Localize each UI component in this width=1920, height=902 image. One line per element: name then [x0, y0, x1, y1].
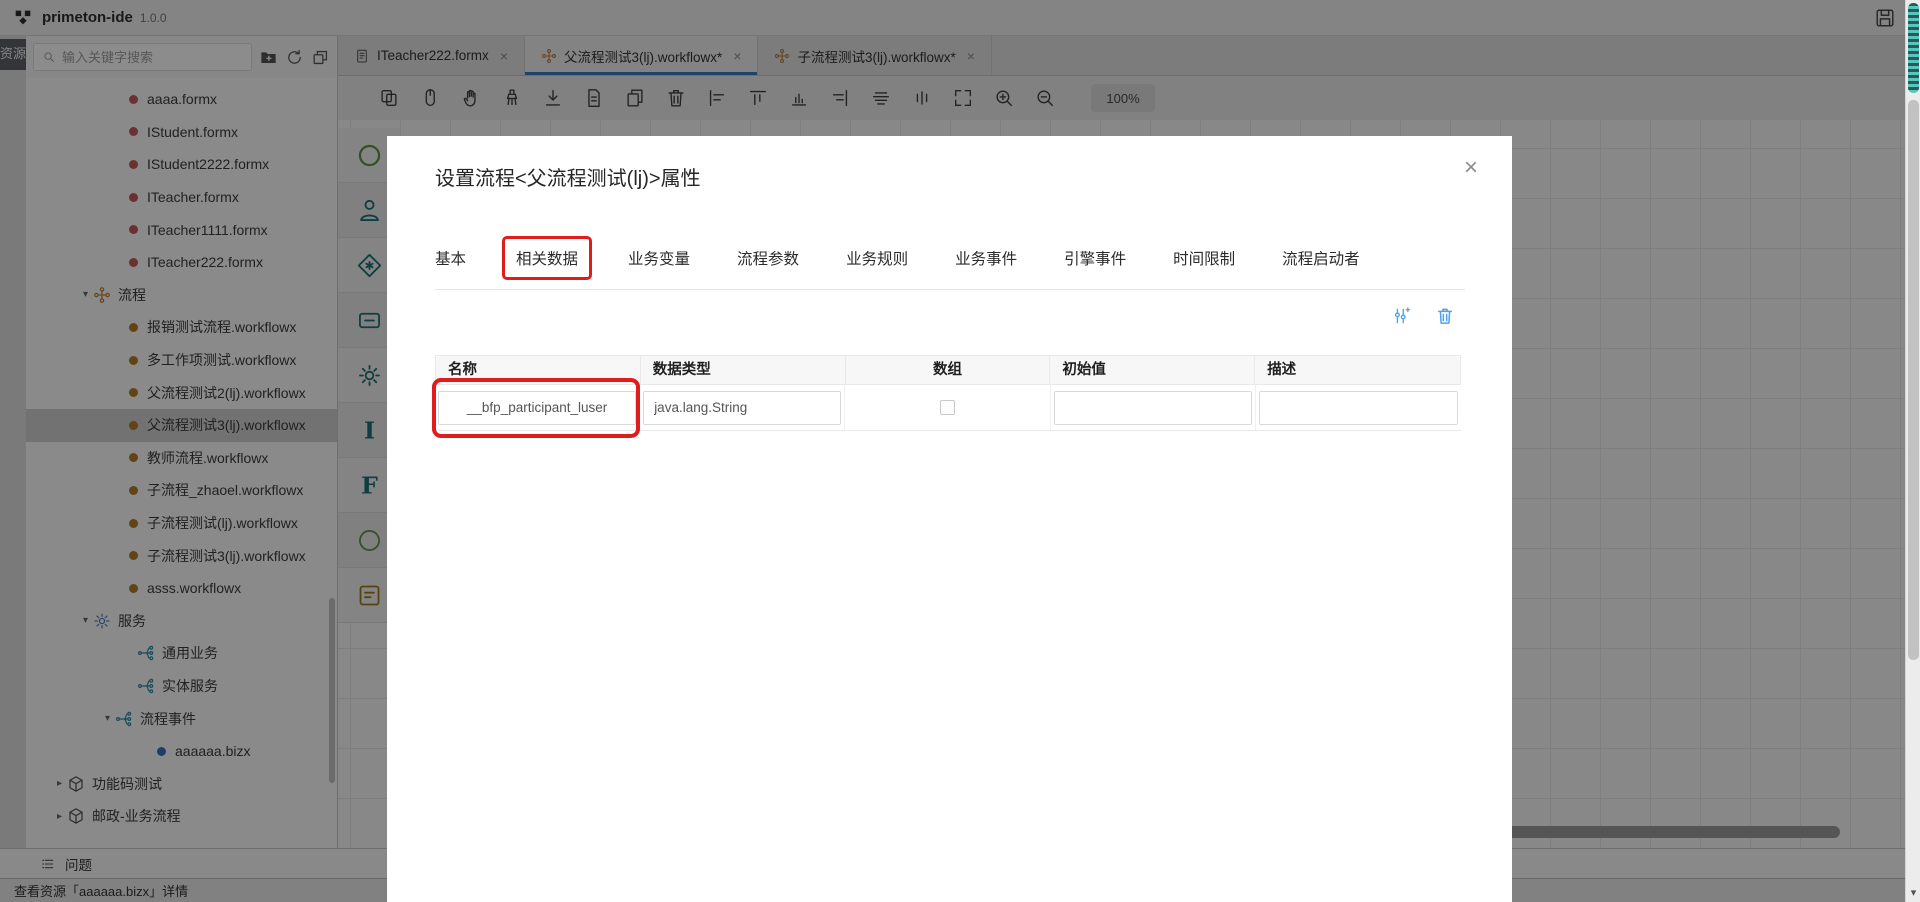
- dialog-tab[interactable]: 业务规则: [846, 238, 908, 278]
- initial-value-input[interactable]: [1054, 391, 1252, 425]
- dialog-tab[interactable]: 业务变量: [628, 238, 690, 278]
- dialog-tab[interactable]: 业务事件: [955, 238, 1017, 278]
- data-type-input[interactable]: [643, 391, 841, 425]
- scrollbar-down-arrow-icon[interactable]: ▾: [1906, 886, 1920, 899]
- delete-row-icon[interactable]: [1435, 306, 1455, 326]
- dialog-close-icon[interactable]: ×: [1464, 156, 1478, 180]
- dialog-tab[interactable]: 流程参数: [737, 238, 799, 278]
- primeton-ide-window: primeton-ide 1.0.0 资源 aaaa.formxIStudent…: [0, 0, 1920, 902]
- filter-settings-icon[interactable]: [1392, 306, 1412, 326]
- description-input[interactable]: [1259, 391, 1458, 425]
- initial-value-cell: [1051, 385, 1256, 430]
- dialog-tab[interactable]: 相关数据: [502, 236, 592, 280]
- related-data-table: 名称数据类型数组初始值描述: [435, 355, 1461, 431]
- array-checkbox[interactable]: [940, 400, 955, 415]
- column-header: 数组: [846, 356, 1051, 384]
- array-cell: [845, 385, 1050, 430]
- dialog-tab-divider: [435, 289, 1465, 290]
- dialog-table-toolbar: [1392, 306, 1455, 326]
- column-header: 初始值: [1050, 356, 1255, 384]
- dialog-tab[interactable]: 流程启动者: [1282, 238, 1360, 278]
- scrollbar-thumb[interactable]: [1908, 100, 1919, 660]
- table-row: [435, 385, 1461, 431]
- column-header: 描述: [1255, 356, 1460, 384]
- dialog-tab[interactable]: 基本: [435, 238, 466, 278]
- column-header: 数据类型: [641, 356, 846, 384]
- data-type-cell: [640, 385, 845, 430]
- name-cell: [435, 385, 640, 430]
- dialog-tab[interactable]: 时间限制: [1173, 238, 1235, 278]
- name-input[interactable]: [438, 391, 636, 425]
- dialog-tab[interactable]: 引擎事件: [1064, 238, 1126, 278]
- column-header: 名称: [436, 356, 641, 384]
- table-header-row: 名称数据类型数组初始值描述: [435, 355, 1461, 385]
- process-properties-dialog: 设置流程<父流程测试(lj)>属性 × 基本相关数据业务变量 流程参数 业务规则 业务…: [387, 136, 1512, 902]
- scrollbar-minimap-thumb[interactable]: [1908, 3, 1919, 93]
- window-vertical-scrollbar[interactable]: ▾: [1905, 0, 1920, 902]
- dialog-tab-bar: 基本相关数据业务变量 流程参数 业务规则 业务事件 引擎事件 时间限制 流程启动者: [435, 236, 1407, 280]
- dialog-title: 设置流程<父流程测试(lj)>属性: [435, 162, 701, 191]
- description-cell: [1256, 385, 1461, 430]
